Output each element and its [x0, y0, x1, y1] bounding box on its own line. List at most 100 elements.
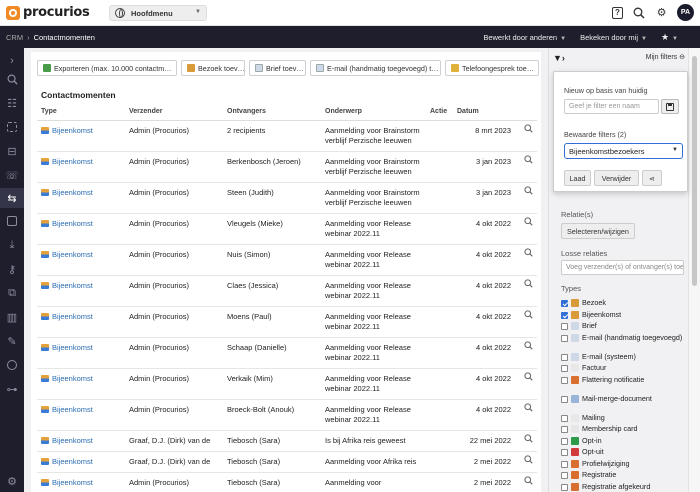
my-filters-toggle[interactable]: Mijn filters ⊖ [646, 53, 685, 61]
view-details-icon[interactable] [515, 213, 537, 245]
row-type-link[interactable]: Bijeenkomst [37, 430, 125, 452]
filter-name-input[interactable]: Geef je filter een naam [564, 99, 659, 114]
help-icon[interactable]: ? [612, 6, 623, 19]
type-filter-item[interactable]: Brief [561, 321, 686, 331]
nav-phone-icon[interactable]: ☏ [5, 168, 19, 182]
nav-download-icon[interactable]: ⤓ [5, 238, 19, 252]
add-letter-button[interactable]: Brief toev… [249, 60, 306, 76]
add-email-button[interactable]: E-mail (handmatig toegevoegd) t… [310, 60, 441, 76]
nav-hierarchy-icon[interactable]: ⊟ [5, 144, 19, 158]
edited-by-others-menu[interactable]: Bewerkt door anderen ▼ [483, 33, 566, 42]
type-checkbox[interactable] [561, 449, 568, 456]
table-row[interactable]: Bijeenkomst Admin (Procurios) 2 recipients… [37, 120, 537, 152]
row-type-link[interactable]: Bijeenkomst [37, 399, 125, 431]
loose-relations-input[interactable]: Voeg verzender(s) of ontvanger(s) toe [561, 260, 684, 275]
view-details-icon[interactable] [515, 275, 537, 307]
row-type-link[interactable]: Bijeenkomst [37, 120, 125, 152]
table-row[interactable]: Bijeenkomst Admin (Procurios) Schaap (Dani… [37, 337, 537, 369]
type-checkbox[interactable] [561, 472, 568, 479]
type-filter-item[interactable]: Registratie [561, 470, 686, 480]
type-filter-item[interactable]: Mail-merge-document [561, 394, 686, 404]
type-checkbox[interactable] [561, 460, 568, 468]
filter-toggle-icon[interactable]: ▼› [553, 53, 565, 63]
row-type-link[interactable]: Bijeenkomst [37, 451, 125, 473]
table-row[interactable]: Bijeenkomst Admin (Procurios) Nuis (Simon)… [37, 244, 537, 276]
expand-nav-icon[interactable]: › [5, 54, 19, 68]
nav-flow-icon[interactable]: ⊶ [5, 382, 19, 396]
table-row[interactable]: Bijeenkomst Admin (Procurios) Vleugels (Mi… [37, 213, 537, 245]
saved-filters-select[interactable]: Bijeenkomstbezoekers ▼ [564, 143, 683, 159]
view-details-icon[interactable] [515, 182, 537, 214]
nav-settings-gear-icon[interactable]: ⚙ [5, 474, 19, 488]
table-row[interactable]: Bijeenkomst Graaf, D.J. (Dirk) van de Tieb… [37, 430, 537, 452]
type-checkbox[interactable] [561, 483, 568, 491]
nav-contact-moments-icon[interactable]: ⇆ [0, 188, 24, 208]
table-row[interactable]: Bijeenkomst Admin (Procurios) Steen (Judit… [37, 182, 537, 214]
table-row[interactable]: Bijeenkomst Admin (Procurios) Tiebosch (Sa… [37, 472, 537, 492]
column-header-sender[interactable]: Verzender [125, 103, 223, 121]
view-details-icon[interactable] [515, 151, 537, 183]
type-checkbox[interactable] [561, 300, 568, 307]
gear-icon[interactable]: ⚙ [654, 5, 669, 20]
view-details-icon[interactable] [515, 120, 537, 152]
type-checkbox[interactable] [561, 323, 568, 330]
row-type-link[interactable]: Bijeenkomst [37, 151, 125, 183]
nav-people-icon[interactable]: ☷ [5, 96, 19, 110]
export-button[interactable]: Exporteren (max. 10.000 contactm… [37, 60, 177, 76]
nav-key-icon[interactable]: ⚷ [5, 262, 19, 276]
type-filter-item[interactable]: Opt-uit [561, 447, 686, 457]
select-relations-button[interactable]: Selecteren/wijzigen [561, 223, 635, 239]
table-row[interactable]: Bijeenkomst Admin (Procurios) Berkenbosch … [37, 151, 537, 183]
viewed-by-me-menu[interactable]: Bekeken door mij ▼ [580, 33, 647, 42]
favorites-star-icon[interactable]: ★ ▼ [661, 32, 678, 43]
row-type-link[interactable]: Bijeenkomst [37, 306, 125, 338]
nav-building-icon[interactable]: ▥ [5, 310, 19, 324]
nav-frame-icon[interactable] [5, 120, 19, 134]
scrollbar-thumb[interactable] [692, 56, 697, 286]
type-checkbox[interactable] [561, 334, 568, 342]
nav-archive-icon[interactable] [5, 214, 19, 228]
breadcrumb-root[interactable]: CRM [6, 33, 23, 42]
page-scrollbar[interactable] [688, 48, 700, 492]
view-details-icon[interactable] [515, 244, 537, 276]
nav-users-icon[interactable] [5, 358, 19, 372]
type-checkbox[interactable] [561, 437, 568, 445]
row-type-link[interactable]: Bijeenkomst [37, 368, 125, 400]
add-phone-call-button[interactable]: Telefoongesprek toe… [445, 60, 539, 76]
column-header-date[interactable]: Datum [453, 103, 515, 121]
type-checkbox[interactable] [561, 395, 568, 403]
row-type-link[interactable]: Bijeenkomst [37, 244, 125, 276]
type-filter-item[interactable]: Opt-in [561, 436, 686, 446]
column-header-type[interactable]: Type [37, 103, 125, 121]
type-checkbox[interactable] [561, 376, 568, 384]
type-filter-item[interactable]: Profielwijziging [561, 459, 686, 469]
view-details-icon[interactable] [515, 451, 537, 473]
add-visit-button[interactable]: Bezoek toev… [181, 60, 245, 76]
nav-search-icon[interactable] [5, 72, 19, 86]
nav-puzzle-icon[interactable]: ⧉ [5, 286, 19, 300]
type-filter-item[interactable]: E-mail (handmatig toegevoegd) [561, 333, 686, 343]
avatar[interactable]: PA [677, 4, 694, 21]
type-filter-item[interactable]: Flattering notificatie [561, 375, 686, 385]
delete-filter-button[interactable]: Verwijder [594, 170, 639, 186]
column-header-subject[interactable]: Onderwerp [321, 103, 426, 121]
type-filter-item[interactable]: Factuur [561, 363, 686, 373]
main-menu-dropdown[interactable]: Hoofdmenu ▼ [109, 5, 207, 21]
load-filter-button[interactable]: Laad [564, 170, 591, 186]
type-filter-item[interactable]: E-mail (systeem) [561, 352, 686, 362]
view-details-icon[interactable] [515, 399, 537, 431]
type-checkbox[interactable] [561, 426, 568, 433]
type-checkbox[interactable] [561, 311, 568, 319]
row-type-link[interactable]: Bijeenkomst [37, 472, 125, 492]
row-type-link[interactable]: Bijeenkomst [37, 182, 125, 214]
type-filter-item[interactable]: Bijeenkomst [561, 310, 686, 320]
table-row[interactable]: Bijeenkomst Admin (Procurios) Verkaik (Mim… [37, 368, 537, 400]
share-filter-button[interactable]: ⋖ [642, 170, 662, 186]
type-filter-item[interactable]: Registratie afgekeurd [561, 482, 686, 492]
table-row[interactable]: Bijeenkomst Graaf, D.J. (Dirk) van de Tieb… [37, 451, 537, 473]
table-row[interactable]: Bijeenkomst Admin (Procurios) Broeck-Bolt … [37, 399, 537, 431]
type-filter-item[interactable]: Mailing [561, 413, 686, 423]
column-header-action[interactable]: Actie [426, 103, 453, 121]
table-row[interactable]: Bijeenkomst Admin (Procurios) Claes (Jessi… [37, 275, 537, 307]
view-details-icon[interactable] [515, 430, 537, 452]
